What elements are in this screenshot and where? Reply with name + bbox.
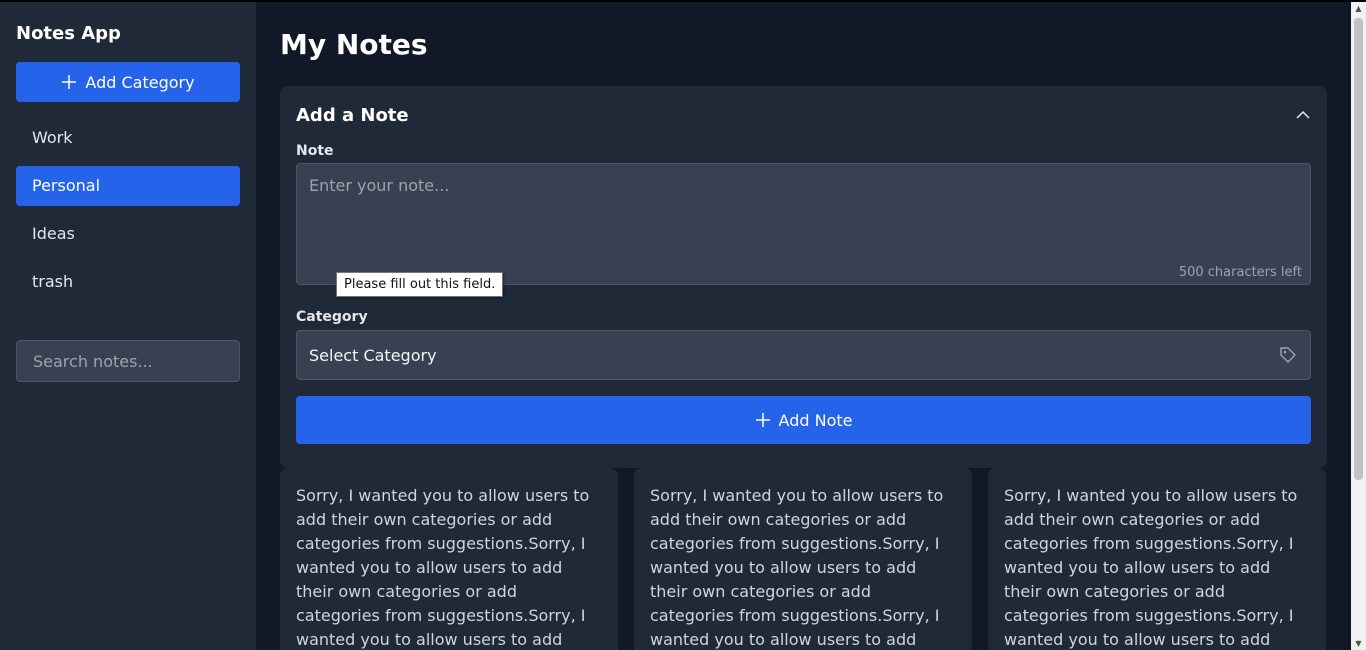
add-category-button[interactable]: Add Category: [16, 62, 240, 102]
scroll-up-arrow-icon[interactable]: ▲: [1354, 4, 1363, 13]
app-title: Notes App: [16, 23, 121, 44]
plus-icon: [755, 413, 770, 427]
note-label: Note: [296, 143, 334, 159]
char-count: 500 characters left: [1178, 265, 1302, 280]
category-item-work[interactable]: Work: [16, 118, 240, 158]
validation-tooltip: Please fill out this field.: [336, 272, 504, 297]
tag-icon: [1280, 347, 1296, 363]
category-list: Work Personal Ideas trash: [16, 118, 240, 302]
main-content: My Notes Add a Note Note Enter your note…: [280, 2, 1327, 650]
note-placeholder: Enter your note...: [309, 176, 450, 195]
add-note-form: Add a Note Note Enter your note... 500 c…: [280, 86, 1327, 468]
add-note-button[interactable]: Add Note: [296, 396, 1311, 444]
note-card[interactable]: Sorry, I wanted you to allow users to ad…: [634, 468, 972, 650]
category-item-personal[interactable]: Personal: [16, 166, 240, 206]
sidebar: Notes App Add Category Work Personal Ide…: [0, 2, 256, 650]
add-category-label: Add Category: [85, 72, 195, 92]
page-title: My Notes: [280, 28, 428, 61]
category-select-value: Select Category: [309, 345, 437, 365]
page-scrollbar[interactable]: ▲ ▼: [1351, 2, 1366, 650]
category-select[interactable]: Select Category: [296, 330, 1311, 380]
scroll-down-arrow-icon[interactable]: ▼: [1354, 639, 1363, 648]
note-textarea[interactable]: Enter your note... 500 characters left: [296, 163, 1311, 285]
plus-icon: [62, 75, 77, 89]
add-note-label: Add Note: [778, 410, 853, 430]
note-card[interactable]: Sorry, I wanted you to allow users to ad…: [988, 468, 1326, 650]
chevron-up-icon[interactable]: [1295, 107, 1311, 123]
scroll-thumb[interactable]: [1354, 18, 1363, 480]
category-label: Category: [296, 309, 368, 325]
category-item-trash[interactable]: trash: [16, 262, 240, 302]
note-card[interactable]: Sorry, I wanted you to allow users to ad…: [280, 468, 618, 650]
search-input[interactable]: [16, 340, 240, 382]
category-item-ideas[interactable]: Ideas: [16, 214, 240, 254]
form-title: Add a Note: [296, 104, 409, 126]
notes-grid: Sorry, I wanted you to allow users to ad…: [280, 468, 1327, 650]
